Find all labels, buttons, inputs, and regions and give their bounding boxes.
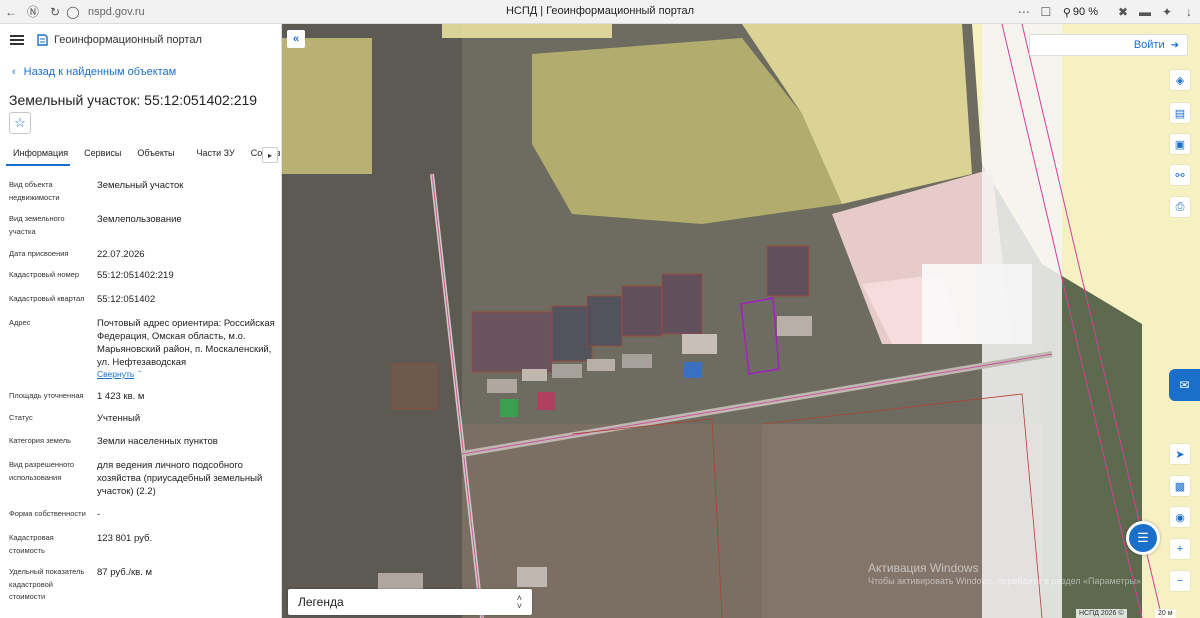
address-bar[interactable]: nspd.gov.ru bbox=[88, 6, 408, 18]
tab-services[interactable]: Сервисы bbox=[76, 140, 129, 166]
login-icon: ➜ bbox=[1170, 39, 1179, 51]
attr-label: Дата присвоения bbox=[9, 249, 69, 258]
attr-value: для ведения личного подсобного хозяйства… bbox=[97, 460, 263, 497]
attr-label: Категория земель bbox=[9, 436, 72, 445]
map-layer bbox=[282, 24, 1200, 618]
attr-label: Вид объекта недвижимости bbox=[9, 180, 60, 202]
star-icon: ☆ bbox=[14, 115, 26, 130]
chevron-left-icon: ‹ bbox=[12, 66, 16, 78]
tab-parts[interactable]: Части ЗУ bbox=[183, 140, 243, 166]
zoom-out-button[interactable]: − bbox=[1170, 571, 1190, 591]
attr-value: Землепользование bbox=[97, 214, 182, 225]
attr-value: 22.07.2026 bbox=[97, 249, 145, 260]
collapse-sidebar-button[interactable]: « bbox=[287, 30, 305, 48]
more-icon[interactable]: ⋯ bbox=[1013, 0, 1035, 24]
extensions-icon[interactable]: ✖ bbox=[1112, 0, 1134, 24]
attr-label: Удельный показатель кадастровой стоимост… bbox=[9, 567, 85, 601]
portal-name: Геоинформационный портал bbox=[54, 34, 202, 46]
attr-label: Кадастровый квартал bbox=[9, 294, 85, 303]
attr-label: Вид земельного участка bbox=[9, 214, 65, 236]
print-button[interactable]: ⎙ bbox=[1170, 197, 1190, 217]
minus-icon: − bbox=[1176, 575, 1184, 587]
double-chevron-left-icon: « bbox=[292, 33, 300, 45]
attr-label: Кадастровая стоимость bbox=[9, 533, 54, 555]
feedback-icon: ✉ bbox=[1179, 378, 1190, 392]
navigation-arrow-icon: ➤ bbox=[1175, 448, 1185, 461]
attr-value: Земельный участок bbox=[97, 180, 184, 191]
feedback-button[interactable]: ✉ bbox=[1169, 369, 1200, 401]
chat-icon: ☰ bbox=[1137, 530, 1149, 545]
location-button[interactable]: ◉ bbox=[1170, 507, 1190, 527]
menu-icon[interactable] bbox=[10, 35, 24, 45]
share-button[interactable]: ⚯ bbox=[1170, 165, 1190, 185]
tab-information[interactable]: Информация bbox=[0, 140, 76, 166]
shield-icon[interactable]: ◯ bbox=[66, 0, 80, 24]
zoom-indicator[interactable]: ⚲ 90 % bbox=[1057, 6, 1104, 19]
back-to-results-link[interactable]: ‹ Назад к найденным объектам bbox=[0, 56, 281, 88]
legend-select[interactable]: Легенда ˄ ˅ bbox=[288, 589, 532, 615]
tab-objects[interactable]: Объекты bbox=[129, 140, 182, 166]
chevron-up-icon: ˆ bbox=[138, 369, 142, 379]
download-icon[interactable]: ↓ bbox=[1178, 0, 1200, 24]
attr-value: 1 423 кв. м bbox=[97, 391, 145, 402]
favorite-button[interactable]: ☆ bbox=[9, 112, 31, 134]
chevron-right-icon: ▸ bbox=[267, 150, 272, 160]
map-scale: 20 м bbox=[1155, 609, 1176, 618]
tabs-scroll-right-button[interactable]: ▸ bbox=[262, 147, 278, 163]
map-copyright: НСПД 2026 © bbox=[1076, 609, 1127, 618]
ruler-button[interactable]: ▤ bbox=[1170, 103, 1190, 123]
attr-value: - bbox=[97, 509, 101, 520]
print-icon: ⎙ bbox=[1175, 200, 1185, 213]
attr-value: 123 801 руб. bbox=[97, 533, 153, 544]
back-link-label: Назад к найденным объектам bbox=[23, 66, 177, 78]
attr-label: Форма собственности bbox=[9, 509, 86, 518]
minimap-button[interactable]: ▩ bbox=[1170, 476, 1190, 496]
page-title: Земельный участок: 55:12:051402:219 bbox=[9, 92, 258, 108]
geolocation-button[interactable]: ➤ bbox=[1170, 444, 1190, 464]
chat-button[interactable]: ☰ bbox=[1126, 521, 1160, 555]
attr-label: Статус bbox=[9, 413, 33, 422]
attr-label: Вид разрешенного использования bbox=[9, 460, 75, 482]
info-tabs: Информация Сервисы Объекты Части ЗУ Сост… bbox=[0, 140, 282, 166]
location-pin-icon: ◉ bbox=[1175, 511, 1185, 524]
login-button[interactable]: Войти ➜ bbox=[1029, 34, 1188, 56]
legend-label: Легенда bbox=[298, 595, 344, 609]
ruler-icon: ▤ bbox=[1174, 107, 1186, 120]
select-area-icon: ▣ bbox=[1174, 138, 1186, 151]
attr-value: 55:12:051402:219 bbox=[97, 270, 174, 281]
zoom-in-button[interactable]: + bbox=[1170, 539, 1190, 559]
layers-button[interactable]: ◈ bbox=[1170, 70, 1190, 90]
layers-icon: ◈ bbox=[1175, 74, 1185, 87]
map-canvas[interactable] bbox=[282, 24, 1200, 618]
portal-logo-icon bbox=[37, 34, 48, 46]
login-label: Войти bbox=[1133, 39, 1165, 51]
portal-header: Геоинформационный портал bbox=[0, 24, 281, 56]
attr-label: Площадь уточненная bbox=[9, 391, 84, 400]
plus-icon: + bbox=[1176, 543, 1184, 555]
share-icon: ⚯ bbox=[1175, 169, 1185, 182]
collapse-label: Свернуть bbox=[97, 369, 135, 379]
attr-label: Кадастровый номер bbox=[9, 270, 80, 279]
attr-value: Почтовый адрес ориентира: Российская Фед… bbox=[97, 318, 275, 368]
bookmark-icon[interactable]: ☐ bbox=[1035, 0, 1057, 24]
puzzle-icon[interactable]: ✦ bbox=[1156, 0, 1178, 24]
zoom-icon: ⚲ bbox=[1062, 6, 1071, 19]
yandex-icon[interactable]: Ⓝ bbox=[22, 0, 44, 24]
attr-value: Земли населенных пунктов bbox=[97, 436, 218, 447]
select-area-button[interactable]: ▣ bbox=[1170, 134, 1190, 154]
reload-icon[interactable]: ↻ bbox=[44, 0, 66, 24]
minimize-icon[interactable]: ▬ bbox=[1134, 0, 1156, 24]
back-arrow-icon[interactable]: ← bbox=[0, 0, 22, 24]
updown-chevron-icon: ˄ ˅ bbox=[516, 593, 522, 611]
windows-watermark-text: Чтобы активировать Windows, перейдите в … bbox=[868, 576, 1144, 586]
attr-value: 55:12:051402 bbox=[97, 294, 156, 305]
windows-watermark-title: Активация Windows bbox=[868, 561, 979, 575]
collapse-address-link[interactable]: Свернуть ˆ bbox=[97, 369, 141, 379]
attr-value: 87 руб./кв. м bbox=[97, 567, 152, 578]
attr-label: Адрес bbox=[9, 318, 31, 327]
attr-value: Учтенный bbox=[97, 413, 141, 424]
minimap-icon: ▩ bbox=[1174, 480, 1186, 493]
